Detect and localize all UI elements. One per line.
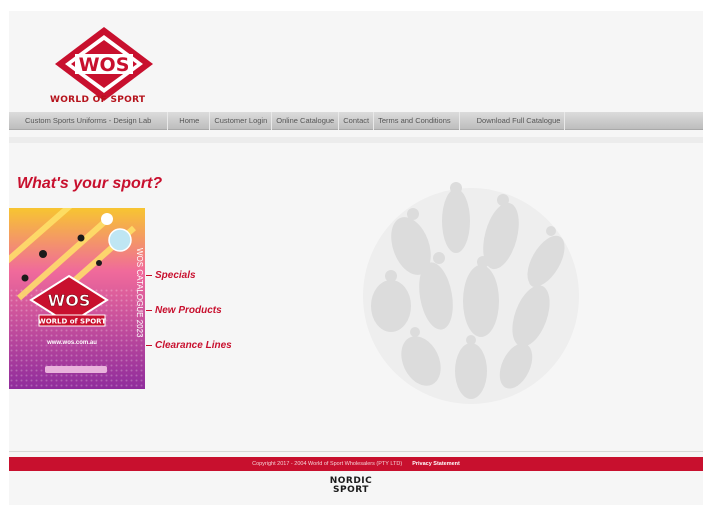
specials-label: Specials (155, 270, 196, 281)
athletes-watermark-image (363, 182, 579, 404)
nav-divider (9, 137, 703, 143)
logo-caption: WORLD OF SPORT (50, 95, 146, 105)
nav-design-lab[interactable]: Custom Sports Uniforms - Design Lab (9, 111, 169, 130)
category-links: Specials New Products Clearance Lines (146, 258, 232, 363)
privacy-statement-link[interactable]: Privacy Statement (412, 461, 460, 467)
logo-letters: WOS (79, 54, 130, 76)
nav-home[interactable]: Home (171, 111, 211, 130)
catalogue-brand-sub: WORLD of SPORT (38, 318, 106, 326)
specials-link[interactable]: Specials (146, 258, 232, 293)
clearance-lines-label: Clearance Lines (155, 340, 232, 351)
nav-download-catalogue[interactable]: Download Full Catalogue (463, 111, 566, 130)
nav-customer-login[interactable]: Customer Login (210, 111, 273, 130)
catalogue-brand: WOS (48, 291, 91, 310)
link-dash (146, 275, 152, 276)
main-nav: Custom Sports Uniforms - Design Lab Home… (9, 111, 703, 130)
new-products-label: New Products (155, 305, 222, 316)
link-dash (146, 310, 152, 311)
footer-divider (9, 451, 703, 452)
page: WOS WORLD OF SPORT Custom Sports Uniform… (0, 0, 703, 505)
link-dash (146, 345, 152, 346)
nav-online-catalogue[interactable]: Online Catalogue (272, 111, 340, 130)
nav-terms[interactable]: Terms and Conditions (374, 111, 460, 130)
catalogue-side-title: WOS CATALOGUE 2023 (135, 248, 144, 338)
catalogue-cover[interactable]: WOS WORLD of SPORT www.wos.com.au WOS CA… (9, 208, 145, 389)
clearance-lines-link[interactable]: Clearance Lines (146, 328, 232, 363)
new-products-link[interactable]: New Products (146, 293, 232, 328)
footer-bar: Copyright 2017 - 2004 World of Sport Who… (9, 457, 703, 471)
page-title: What's your sport? (17, 175, 163, 192)
nav-contact[interactable]: Contact (339, 111, 375, 130)
copyright-text: Copyright 2017 - 2004 World of Sport Who… (252, 461, 403, 467)
sport-line: SPORT (333, 485, 369, 495)
content-area: WOS WORLD OF SPORT Custom Sports Uniform… (9, 11, 703, 505)
catalogue-url: www.wos.com.au (46, 340, 97, 346)
nordic-sport-logo[interactable]: NORDIC SPORT (321, 477, 381, 505)
